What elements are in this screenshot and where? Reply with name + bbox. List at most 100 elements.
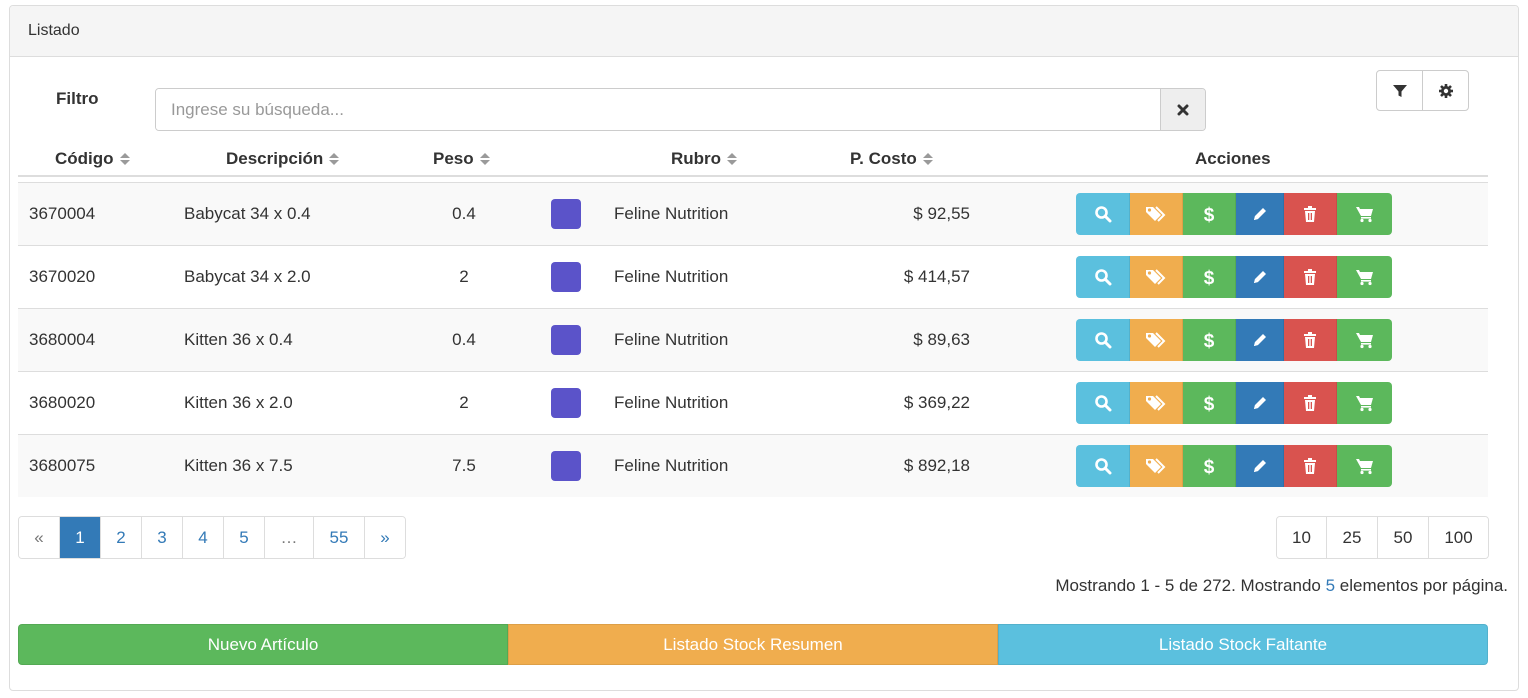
price-button[interactable]: $ [1183,256,1236,298]
tags-button[interactable] [1130,319,1183,361]
filter-label: Filtro [56,89,99,108]
price-button[interactable]: $ [1183,382,1236,424]
svg-text:$: $ [1204,331,1215,350]
per-page-link[interactable]: 5 [1326,576,1335,595]
tags-icon [1146,269,1166,285]
search-icon [1094,332,1111,349]
delete-button[interactable] [1284,445,1337,487]
page-5-button[interactable]: 5 [224,517,265,558]
price-button[interactable]: $ [1183,193,1236,235]
cell-costo: $ 92,55 [913,204,970,223]
column-label: Código [55,149,114,168]
pencil-icon [1253,460,1266,472]
cell-peso: 7.5 [452,456,476,475]
page-size-50-button[interactable]: 50 [1378,517,1429,558]
sort-icon [479,153,490,165]
pencil-icon [1253,334,1266,346]
row-actions: $ [1076,382,1392,424]
cell-peso: 2 [459,393,469,412]
tags-icon [1146,395,1166,411]
cart-button[interactable] [1337,256,1392,298]
times-icon [1177,104,1189,115]
cart-button[interactable] [1337,319,1392,361]
page-55-button[interactable]: 55 [314,517,365,558]
trash-icon [1304,395,1316,411]
cell-codigo: 3670020 [29,267,96,286]
cell-peso: 0.4 [452,330,476,349]
settings-button[interactable] [1422,70,1469,111]
page-2-button[interactable]: 2 [101,517,142,558]
next-page-button[interactable]: » [365,517,405,558]
search-group [155,88,1206,131]
page-size-selector: 10 25 50 100 [1276,516,1489,559]
tags-button[interactable] [1130,193,1183,235]
cart-icon [1355,207,1373,223]
filter-button[interactable] [1376,70,1423,111]
tags-button[interactable] [1130,445,1183,487]
column-header-acciones: Acciones [1195,142,1271,176]
cell-rubro: Feline Nutrition [614,330,729,349]
view-button[interactable] [1076,382,1130,424]
color-swatch [551,451,581,481]
cell-rubro: Feline Nutrition [614,393,729,412]
edit-button[interactable] [1236,445,1284,487]
cell-descripcion: Kitten 36 x 0.4 [184,330,293,349]
svg-text:$: $ [1204,205,1215,224]
column-header-descripcion[interactable]: Descripción [226,142,340,176]
view-button[interactable] [1076,256,1130,298]
stock-summary-button[interactable]: Listado Stock Resumen [508,624,998,665]
prev-page-button[interactable]: « [19,517,60,558]
page-4-button[interactable]: 4 [183,517,224,558]
price-button[interactable]: $ [1183,445,1236,487]
delete-button[interactable] [1284,319,1337,361]
search-input[interactable] [156,89,1160,130]
cart-button[interactable] [1337,382,1392,424]
stock-missing-button[interactable]: Listado Stock Faltante [998,624,1488,665]
view-button[interactable] [1076,445,1130,487]
delete-button[interactable] [1284,193,1337,235]
column-header-rubro[interactable]: Rubro [671,142,738,176]
price-button[interactable]: $ [1183,319,1236,361]
color-swatch [551,325,581,355]
search-icon [1094,458,1111,475]
table-row: 3670020 Babycat 34 x 2.0 2 Feline Nutrition… [18,245,1488,308]
column-header-costo[interactable]: P. Costo [850,142,933,176]
dollar-icon: $ [1204,394,1215,413]
edit-button[interactable] [1236,193,1284,235]
page-1-button[interactable]: 1 [60,517,101,558]
search-icon [1094,269,1111,286]
delete-button[interactable] [1284,382,1337,424]
page-3-button[interactable]: 3 [142,517,183,558]
sort-icon [922,153,933,165]
view-button[interactable] [1076,319,1130,361]
trash-icon [1304,206,1316,222]
column-label: Peso [433,149,474,168]
page-size-10-button[interactable]: 10 [1277,517,1327,558]
cart-icon [1355,270,1373,286]
cart-icon [1355,459,1373,475]
cell-descripcion: Kitten 36 x 7.5 [184,456,293,475]
page-size-25-button[interactable]: 25 [1327,517,1378,558]
column-label: Descripción [226,149,324,168]
delete-button[interactable] [1284,256,1337,298]
column-header-codigo[interactable]: Código [55,142,130,176]
edit-button[interactable] [1236,382,1284,424]
cell-codigo: 3680020 [29,393,96,412]
cart-button[interactable] [1337,193,1392,235]
sort-icon [727,153,738,165]
tags-icon [1146,458,1166,474]
clear-search-button[interactable] [1160,89,1205,130]
cart-button[interactable] [1337,445,1392,487]
edit-button[interactable] [1236,256,1284,298]
trash-icon [1304,269,1316,285]
edit-button[interactable] [1236,319,1284,361]
new-article-button[interactable]: Nuevo Artículo [18,624,508,665]
column-header-peso[interactable]: Peso [433,142,490,176]
view-button[interactable] [1076,193,1130,235]
tags-button[interactable] [1130,256,1183,298]
tags-icon [1146,206,1166,222]
tags-icon [1146,332,1166,348]
tags-button[interactable] [1130,382,1183,424]
status-suffix: elementos por página. [1335,576,1508,595]
page-size-100-button[interactable]: 100 [1429,517,1488,558]
